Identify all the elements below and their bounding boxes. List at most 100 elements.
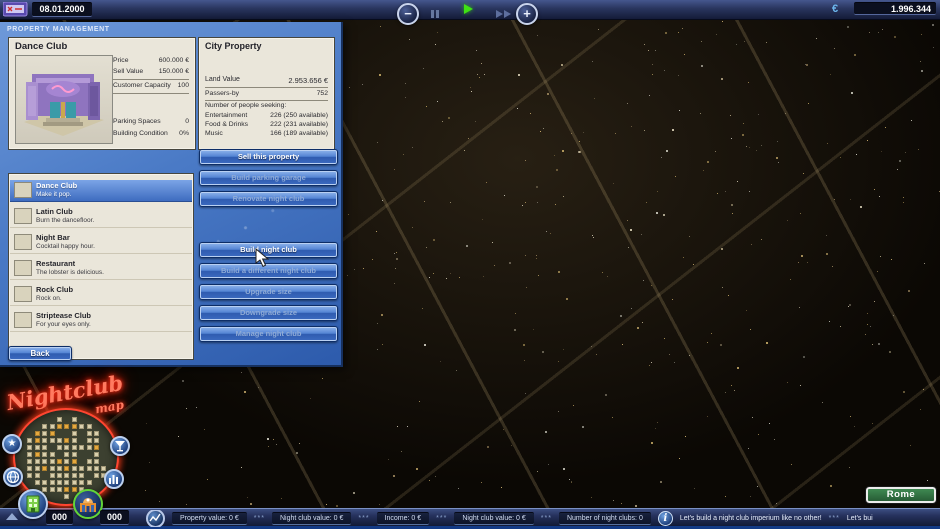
- club-thumbnail-icon: [14, 234, 32, 250]
- seek-value: 222 (231 available): [270, 121, 328, 128]
- club-name: Dance Club: [36, 181, 77, 190]
- calendar-icon[interactable]: [3, 2, 28, 17]
- renovate-night-club-button[interactable]: Renovate night club: [199, 191, 338, 207]
- club-name: Rock Club: [36, 285, 73, 294]
- night-clubs-button[interactable]: [73, 489, 103, 519]
- stat-label: Parking Spaces: [113, 118, 161, 125]
- stat-value: 0: [185, 118, 189, 125]
- properties-counter: 000: [46, 510, 73, 525]
- minimap-cluster: Nightclub map ★: [0, 368, 150, 529]
- dance-club-illustration: [16, 56, 110, 141]
- nightclub-map-sign-word2: map: [94, 398, 125, 417]
- list-item-striptease-club[interactable]: Striptease Club For your eyes only.: [10, 310, 192, 332]
- city-name-sign: Rome: [866, 487, 936, 503]
- speed-decrease-button[interactable]: −: [397, 3, 419, 25]
- statistics-button[interactable]: [104, 469, 124, 489]
- clubs-counter: 000: [100, 510, 129, 525]
- club-thumbnail-icon: [14, 208, 32, 224]
- land-value-label: Land Value: [205, 76, 240, 83]
- club-desc: Cocktail happy hour.: [36, 243, 95, 250]
- club-name: Restaurant: [36, 259, 75, 268]
- globe-icon: [5, 469, 21, 485]
- city-stats: Land Value2.953.656 € Passers-by752 Numb…: [205, 38, 328, 149]
- pause-icon[interactable]: [431, 5, 439, 23]
- status-ticker: Property value: 0 € *** Night club value…: [146, 510, 940, 527]
- seek-value: 226 (250 available): [270, 112, 328, 119]
- club-building-icon: [75, 491, 101, 517]
- ticker-separator: ***: [541, 515, 552, 522]
- ticker-separator: ***: [358, 515, 369, 522]
- club-thumbnail-icon: [14, 182, 32, 198]
- ticker-separator: ***: [254, 515, 265, 522]
- ticker-separator: ***: [436, 515, 447, 522]
- seeking-label: Number of people seeking:: [205, 102, 286, 109]
- favorites-star-button[interactable]: ★: [2, 434, 22, 454]
- list-item-dance-club[interactable]: Dance Club Make it pop.: [10, 180, 192, 202]
- manage-night-club-button[interactable]: Manage night club: [199, 326, 338, 342]
- downgrade-size-button[interactable]: Downgrade size: [199, 305, 338, 321]
- club-desc: For your eyes only.: [36, 321, 91, 328]
- info-glyph: i: [663, 513, 667, 524]
- sell-property-button[interactable]: Sell this property: [199, 149, 338, 165]
- date-display: 08.01.2000: [32, 2, 92, 17]
- ticker-message-repeat: Let's bui: [847, 515, 873, 522]
- club-desc: Rock on.: [36, 295, 62, 302]
- world-map-button[interactable]: [3, 467, 23, 487]
- status-nightclub-value: Night club value: 0 €: [272, 512, 351, 525]
- stat-label: Price: [113, 57, 129, 64]
- currency-symbol: €: [832, 3, 838, 15]
- status-nightclub-value-2: Night club value: 0 €: [454, 512, 533, 525]
- ticker-separator: ***: [829, 515, 840, 522]
- build-parking-garage-button[interactable]: Build parking garage: [199, 170, 338, 186]
- land-value: 2.953.656 €: [288, 76, 328, 85]
- list-item-night-bar[interactable]: Night Bar Cocktail happy hour.: [10, 232, 192, 254]
- panel-title: PROPERTY MANAGEMENT: [7, 26, 110, 33]
- seek-label: Food & Drinks: [205, 121, 248, 128]
- game-screen: 08.01.2000 − + € 1.996.344 PROPERTY MANA…: [0, 0, 940, 529]
- list-item-rock-club[interactable]: Rock Club Rock on.: [10, 284, 192, 306]
- stat-value: 100: [178, 82, 189, 89]
- passersby-value: 752: [317, 90, 328, 97]
- building-preview-image: [15, 55, 113, 144]
- seek-label: Entertainment: [205, 112, 247, 119]
- club-thumbnail-icon: [14, 312, 32, 328]
- cocktail-icon: [112, 438, 128, 454]
- club-desc: Make it pop.: [36, 191, 71, 198]
- property-card-title: Dance Club: [15, 41, 67, 52]
- info-icon[interactable]: i: [658, 511, 673, 526]
- club-name: Latin Club: [36, 207, 73, 216]
- top-bar: 08.01.2000 − + € 1.996.344: [0, 0, 940, 20]
- club-name: Night Bar: [36, 233, 70, 242]
- back-button[interactable]: Back: [8, 346, 72, 361]
- ticker-message: Let's build a night club imperium like n…: [680, 515, 822, 522]
- club-desc: The lobster is delicious.: [36, 269, 104, 276]
- speed-increase-button[interactable]: +: [516, 3, 538, 25]
- stat-label: Customer Capacity: [113, 82, 171, 89]
- stat-value: 600.000 €: [159, 57, 189, 64]
- fast-forward-icon[interactable]: [496, 5, 511, 23]
- club-name: Striptease Club: [36, 311, 91, 320]
- equalizer-bars-icon: [106, 471, 122, 487]
- list-item-restaurant[interactable]: Restaurant The lobster is delicious.: [10, 258, 192, 280]
- list-item-latin-club[interactable]: Latin Club Burn the dancefloor.: [10, 206, 192, 228]
- stat-label: Building Condition: [113, 130, 168, 137]
- seek-label: Music: [205, 130, 223, 137]
- property-stats: Price600.000 € Sell Value150.000 € Custo…: [113, 38, 189, 149]
- money-display: 1.996.344: [854, 2, 936, 15]
- property-management-panel: PROPERTY MANAGEMENT Dance Club: [0, 22, 343, 367]
- club-desc: Burn the dancefloor.: [36, 217, 94, 224]
- chevron-up-icon[interactable]: [6, 513, 18, 520]
- upgrade-size-button[interactable]: Upgrade size: [199, 284, 338, 300]
- stat-value: 0%: [179, 130, 189, 137]
- star-icon: ★: [8, 438, 17, 449]
- club-thumbnail-icon: [14, 286, 32, 302]
- seek-value: 166 (189 available): [270, 130, 328, 137]
- properties-button[interactable]: [18, 489, 48, 519]
- stat-value: 150.000 €: [159, 68, 189, 75]
- nightclub-filter-button[interactable]: [110, 436, 130, 456]
- mouse-cursor: [255, 248, 269, 268]
- status-property-value: Property value: 0 €: [172, 512, 247, 525]
- status-nightclub-count: Number of night clubs: 0: [559, 512, 651, 525]
- status-income: Income: 0 €: [377, 512, 430, 525]
- play-icon[interactable]: [464, 4, 473, 14]
